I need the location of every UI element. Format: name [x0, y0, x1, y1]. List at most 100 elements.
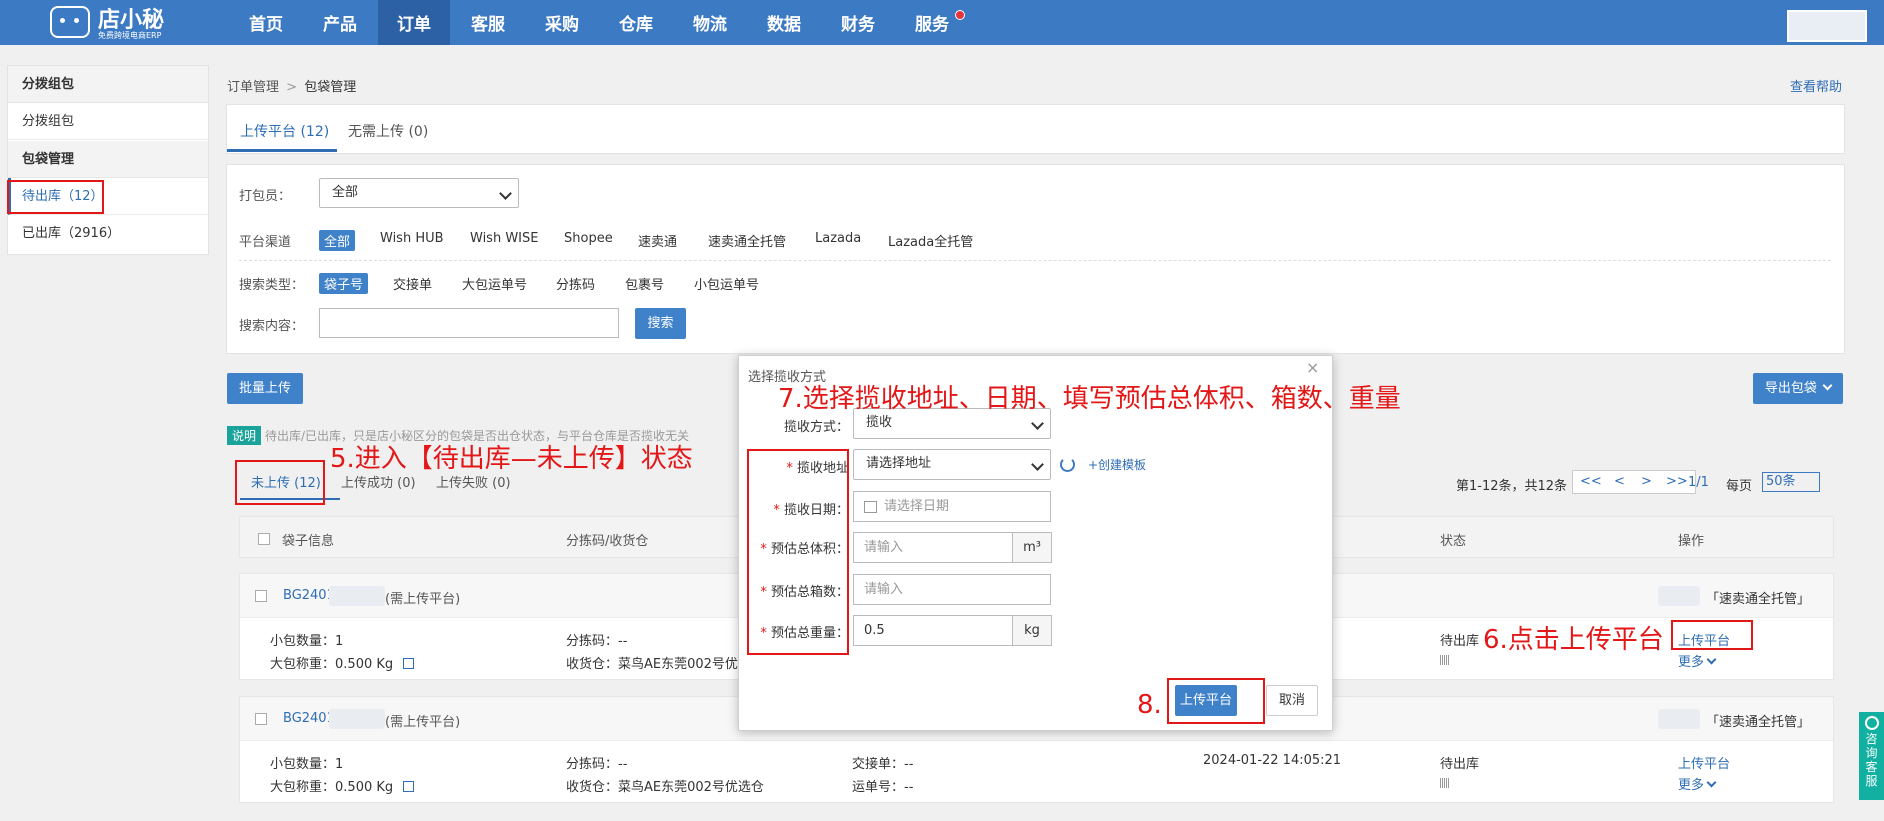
page-next[interactable]: > — [1641, 474, 1652, 489]
refresh-icon[interactable] — [1060, 457, 1075, 472]
chevron-down-icon — [1822, 380, 1833, 391]
pickup-address-select[interactable]: 请选择地址 — [853, 449, 1051, 480]
volume-input[interactable]: 请输入 — [853, 532, 1013, 563]
breadcrumb: 订单管理 > 包袋管理 — [227, 76, 356, 95]
header-sort-code: 分拣码/收货仓 — [566, 534, 649, 549]
nav-warehouse[interactable]: 仓库 — [605, 0, 667, 45]
channel-all[interactable]: 全部 — [319, 230, 356, 251]
search-content-label: 搜索内容： — [239, 319, 305, 334]
annotation-box-fields — [747, 449, 849, 655]
row-checkbox[interactable] — [255, 713, 267, 725]
search-input[interactable] — [319, 308, 619, 338]
tab-upload-platform[interactable]: 上传平台 (12) — [240, 121, 329, 141]
barcode-icon[interactable] — [1440, 778, 1450, 788]
channel-lazada[interactable]: Lazada — [815, 231, 861, 246]
nav-products[interactable]: 产品 — [309, 0, 371, 45]
sidebar-group-title: 包袋管理 — [8, 141, 208, 178]
more-actions-link[interactable]: 更多 — [1678, 651, 1717, 670]
channel-aliexpress[interactable]: 速卖通 — [638, 231, 677, 250]
weight-unit: kg — [1012, 615, 1052, 646]
barcode-icon[interactable] — [1440, 655, 1450, 665]
sidebar-group-title: 分拨组包 — [8, 66, 208, 103]
channel-lazada-managed[interactable]: Lazada全托管 — [888, 231, 973, 250]
big-package-weight: 大包称重：0.500 Kg — [270, 776, 415, 795]
channel-wish-hub[interactable]: Wish HUB — [380, 231, 444, 246]
page-indicator: 1/1 — [1688, 475, 1709, 490]
robot-logo-icon — [50, 6, 90, 38]
pagination-controls: << < > >> — [1572, 470, 1696, 494]
packer-select-value: 全部 — [332, 185, 359, 200]
row-checkbox[interactable] — [255, 590, 267, 602]
bag-number-link[interactable]: BG2401 — [283, 711, 335, 726]
sort-code: 分拣码：-- — [566, 634, 628, 649]
annotation-step8: 8. — [1137, 690, 1162, 720]
header-bag-info: 袋子信息 — [282, 534, 335, 549]
per-page-value: 50条 — [1766, 474, 1796, 489]
channel-wish-wise[interactable]: Wish WISE — [470, 231, 538, 246]
nav-customer-service[interactable]: 客服 — [457, 0, 519, 45]
export-bags-button[interactable]: 导出包袋 — [1753, 373, 1843, 404]
row-status: 待出库 — [1440, 634, 1480, 649]
more-actions-link[interactable]: 更多 — [1678, 774, 1717, 793]
breadcrumb-parent[interactable]: 订单管理 — [227, 80, 279, 95]
filter-panel: 打包员： 全部 平台渠道 全部 Wish HUB Wish WISE Shope… — [226, 164, 1845, 354]
customer-service-float-button[interactable]: 咨询客服 — [1859, 712, 1884, 800]
select-all-checkbox[interactable] — [258, 533, 270, 545]
help-link[interactable]: 查看帮助 — [1790, 76, 1842, 95]
sidebar-item-distribute[interactable]: 分拨组包 — [8, 103, 208, 140]
packer-label: 打包员： — [239, 189, 292, 204]
nav-logistics[interactable]: 物流 — [679, 0, 741, 45]
search-button[interactable]: 搜索 — [635, 308, 686, 339]
nav-home[interactable]: 首页 — [235, 0, 297, 45]
sidebar-item-shipped[interactable]: 已出库（2916） — [8, 215, 208, 252]
annotation-box-pending — [7, 180, 104, 214]
brand-logo[interactable]: 店小秘 免费跨境电商ERP — [50, 2, 180, 42]
chevron-down-icon — [1031, 458, 1044, 471]
weight-input[interactable]: 0.5 — [853, 615, 1013, 646]
page-prev[interactable]: < — [1614, 474, 1625, 489]
nav-orders[interactable]: 订单 — [378, 0, 450, 45]
upload-platform-link[interactable]: 上传平台 — [1678, 753, 1730, 772]
search-type-small-waybill[interactable]: 小包运单号 — [694, 274, 759, 293]
tab-no-upload[interactable]: 无需上传 (0) — [348, 121, 428, 141]
packer-select[interactable]: 全部 — [319, 178, 519, 208]
calendar-icon — [864, 501, 877, 513]
top-nav-bar: 店小秘 免费跨境电商ERP 首页 产品 订单 客服 采购 仓库 物流 数据 财务… — [0, 0, 1884, 45]
page-first[interactable]: << — [1580, 474, 1602, 489]
batch-upload-button[interactable]: 批量上传 — [227, 373, 303, 404]
search-type-label: 搜索类型： — [239, 278, 305, 293]
nav-services[interactable]: 服务 — [901, 0, 963, 45]
search-type-sort-code[interactable]: 分拣码 — [556, 274, 595, 293]
modal-cancel-button[interactable]: 取消 — [1266, 685, 1318, 716]
notice-badge: 说明 — [227, 426, 262, 445]
edit-icon[interactable] — [403, 781, 415, 792]
boxes-input[interactable]: 请输入 — [853, 574, 1051, 605]
receiving-warehouse: 收货仓：菜鸟AE东莞002号优选仓 — [566, 657, 764, 672]
nav-data[interactable]: 数据 — [753, 0, 815, 45]
sidebar: 分拨组包 分拨组包 包袋管理 待出库（12） 已出库（2916） — [7, 65, 209, 255]
bag-number-link[interactable]: BG2401 — [283, 588, 335, 603]
row-channel: 「速卖通全托管」 — [1706, 592, 1811, 607]
channel-shopee[interactable]: Shopee — [564, 231, 613, 246]
channel-aliexpress-managed[interactable]: 速卖通全托管 — [708, 231, 786, 250]
search-type-bag-no[interactable]: 袋子号 — [319, 273, 369, 294]
customer-service-label: 咨询客服 — [1865, 732, 1878, 788]
create-template-link[interactable]: +创建模板 — [1088, 456, 1146, 473]
search-type-handover[interactable]: 交接单 — [393, 274, 432, 293]
annotation-box-upload — [1671, 620, 1753, 650]
headset-icon — [1864, 716, 1879, 730]
redacted-store — [1658, 586, 1700, 606]
header-status: 状态 — [1440, 534, 1467, 549]
nav-purchase[interactable]: 采购 — [531, 0, 593, 45]
nav-finance[interactable]: 财务 — [827, 0, 889, 45]
pagination-summary: 第1-12条，共12条 — [1456, 479, 1568, 494]
close-icon[interactable]: × — [1306, 358, 1319, 377]
user-avatar[interactable] — [1787, 10, 1867, 42]
edit-icon[interactable] — [403, 658, 415, 669]
page-last[interactable]: >> — [1666, 474, 1688, 489]
brand-slogan: 免费跨境电商ERP — [98, 31, 162, 40]
pickup-date-input[interactable]: 请选择日期 — [853, 491, 1051, 522]
search-type-package-no[interactable]: 包裹号 — [625, 274, 664, 293]
search-type-big-waybill[interactable]: 大包运单号 — [462, 274, 527, 293]
per-page-select[interactable]: 50条 — [1762, 472, 1820, 492]
